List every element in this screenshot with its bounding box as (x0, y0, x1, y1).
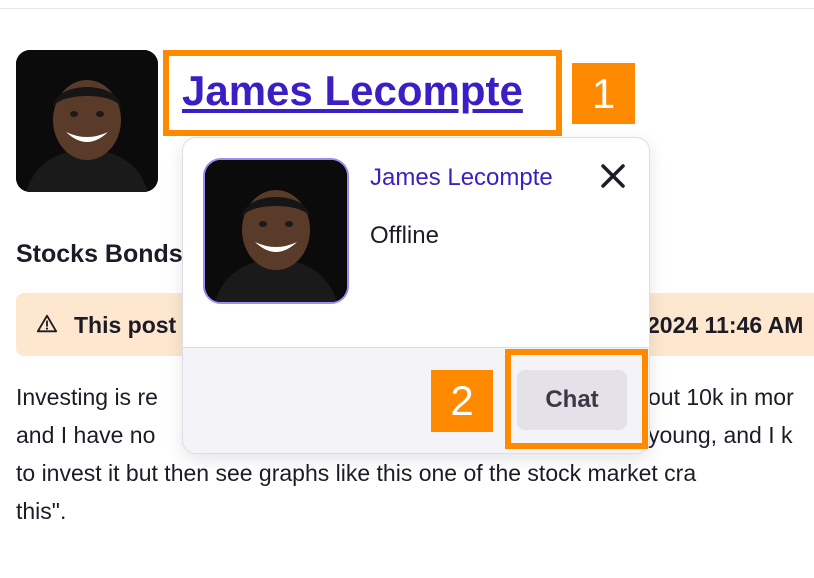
body-line-4: this". (16, 498, 67, 524)
body-line-1a: Investing is re (16, 384, 158, 410)
body-line-1b: out 10k in mor (648, 384, 794, 410)
annotation-label-1: 1 (572, 63, 635, 124)
body-line-3: to invest it but then see graphs like th… (16, 460, 697, 486)
warning-date: 2024 11:46 AM (647, 312, 804, 338)
body-line-2a: and I have no (16, 422, 156, 448)
popup-avatar (203, 158, 349, 304)
warning-triangle-icon (36, 314, 58, 333)
popup-user-name[interactable]: James Lecompte (370, 164, 553, 192)
annotation-label-2: 2 (431, 370, 493, 432)
popup-status: Offline (370, 222, 439, 249)
avatar-portrait-icon (16, 50, 158, 192)
body-line-2b: young, and I k (648, 422, 793, 448)
popup-avatar-portrait-icon (205, 160, 347, 302)
warning-text: This post (74, 312, 177, 338)
page-top-border (0, 0, 814, 9)
annotation-box-2 (505, 349, 648, 449)
post-title: Stocks Bonds (16, 240, 183, 268)
author-avatar[interactable] (16, 50, 158, 192)
annotation-box-1 (163, 50, 562, 136)
close-icon[interactable] (597, 160, 629, 192)
